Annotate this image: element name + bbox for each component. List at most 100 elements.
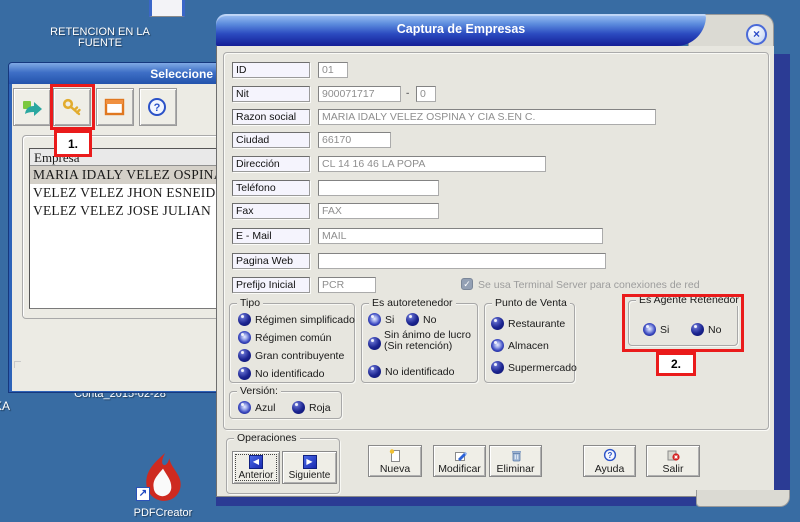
- terminal-server-label: Se usa Terminal Server para conexiones d…: [478, 279, 700, 291]
- exit-icon: [666, 448, 680, 462]
- radio-label: Régimen común: [255, 332, 331, 344]
- toolbar-button-apps[interactable]: [13, 88, 51, 126]
- group-version-label: Versión:: [237, 385, 281, 397]
- help-icon: ?: [147, 97, 169, 117]
- radio-almacen[interactable]: [491, 339, 504, 352]
- field-input-prefijo-inicial[interactable]: PCR: [318, 277, 376, 293]
- field-input-pagina-web[interactable]: [318, 253, 606, 269]
- nit-separator: -: [406, 88, 409, 99]
- field-label-id: ID: [232, 62, 310, 78]
- dialog-titlebar[interactable]: Captura de Empresas: [216, 14, 706, 46]
- siguiente-button-label: Siguiente: [289, 470, 331, 481]
- field-input-direccion[interactable]: CL 14 16 46 LA POPA: [318, 156, 546, 172]
- ayuda-button[interactable]: ? Ayuda: [583, 445, 636, 477]
- group-tipo-label: Tipo: [237, 297, 263, 309]
- group-operaciones: Operaciones ◀ Anterior ▶ Siguiente: [226, 438, 340, 494]
- radio-label: Supermercado: [508, 362, 577, 374]
- next-arrow-icon: ▶: [303, 455, 317, 469]
- key-icon: [61, 97, 83, 117]
- field-label-direccion: Dirección: [232, 156, 310, 172]
- field-input-razon-social[interactable]: MARIA IDALY VELEZ OSPINA Y CIA S.EN C.: [318, 109, 656, 125]
- field-label-razon-social: Razon social: [232, 109, 310, 125]
- radio-label: Si: [385, 314, 394, 326]
- list-item[interactable]: VELEZ VELEZ JOSE JULIAN: [30, 202, 226, 220]
- list-item[interactable]: VELEZ VELEZ JHON ESNEIDER: [30, 184, 226, 202]
- radio-regimen-simplificado[interactable]: [238, 313, 251, 326]
- field-label-email: E - Mail: [232, 228, 310, 244]
- nueva-button-label: Nueva: [380, 463, 410, 475]
- apps-arrow-icon: [21, 97, 43, 117]
- desktop-icon-partial[interactable]: [149, 0, 185, 17]
- toolbar-button-window[interactable]: [96, 88, 134, 126]
- desktop-icon-label-edge: KA: [0, 401, 24, 412]
- field-label-prefijo-inicial: Prefijo Inicial: [232, 277, 310, 293]
- radio-restaurante[interactable]: [491, 317, 504, 330]
- dialog-skin-bottom-band: [216, 497, 696, 506]
- close-icon[interactable]: ×: [746, 24, 767, 45]
- radio-sin-animo-de-lucro[interactable]: [368, 337, 381, 350]
- modificar-button[interactable]: Modificar: [433, 445, 486, 477]
- help-question-icon: ?: [603, 448, 617, 462]
- field-input-email[interactable]: MAIL: [318, 228, 603, 244]
- field-input-nit-check-digit[interactable]: 0: [416, 86, 436, 102]
- toolbar-button-help[interactable]: ?: [139, 88, 177, 126]
- field-label-pagina-web: Pagina Web: [232, 253, 310, 269]
- salir-button-label: Salir: [662, 463, 683, 475]
- radio-autoretenedor-no[interactable]: [406, 313, 419, 326]
- svg-text:?: ?: [154, 102, 161, 114]
- radio-label: No: [423, 314, 436, 326]
- group-punto-de-venta: Punto de Venta Restaurante Almacen Super…: [484, 303, 575, 383]
- field-label-nit: Nit: [232, 86, 310, 102]
- radio-label: Gran contribuyente: [255, 350, 344, 362]
- desktop-icon-label-retencion[interactable]: RETENCION EN LA FUENTE: [25, 27, 175, 49]
- anterior-button-label: Anterior: [238, 470, 273, 481]
- annotation-1-number: 1.: [54, 130, 92, 157]
- radio-roja[interactable]: [292, 401, 305, 414]
- radio-label: No: [708, 324, 721, 336]
- anterior-button[interactable]: ◀ Anterior: [232, 451, 280, 484]
- radio-agente-si[interactable]: [643, 323, 656, 336]
- shortcut-arrow-icon: ↗: [136, 487, 150, 501]
- annotation-2-number: 2.: [656, 352, 696, 376]
- radio-label: Restaurante: [508, 318, 565, 330]
- radio-autoretenedor-si[interactable]: [368, 313, 381, 326]
- ayuda-button-label: Ayuda: [595, 463, 625, 475]
- radio-label: Almacen: [508, 340, 549, 352]
- empresa-list: Empresa MARIA IDALY VELEZ OSPINA VELEZ V…: [29, 148, 227, 309]
- modificar-button-label: Modificar: [438, 463, 481, 475]
- group-autoretenedor-label: Es autoretenedor: [369, 297, 456, 309]
- field-input-id[interactable]: 01: [318, 62, 348, 78]
- radio-label: Si: [660, 324, 669, 336]
- field-input-telefono[interactable]: [318, 180, 439, 196]
- terminal-server-checkbox[interactable]: [461, 278, 473, 290]
- group-punto-de-venta-label: Punto de Venta: [492, 297, 570, 309]
- eliminar-button-label: Eliminar: [497, 463, 535, 475]
- radio-no-identificado-tipo[interactable]: [238, 367, 251, 380]
- field-label-telefono: Teléfono: [232, 180, 310, 196]
- group-operaciones-label: Operaciones: [234, 432, 300, 444]
- selector-client-area: ? Empresa MARIA IDALY VELEZ OSPINA VELEZ…: [12, 84, 232, 391]
- siguiente-button[interactable]: ▶ Siguiente: [282, 451, 337, 484]
- field-input-nit[interactable]: 900071717: [318, 86, 401, 102]
- radio-azul[interactable]: [238, 401, 251, 414]
- field-input-ciudad[interactable]: 66170: [318, 132, 391, 148]
- group-autoretenedor: Es autoretenedor Si No Sin ánimo de lucr…: [361, 303, 478, 383]
- field-input-fax[interactable]: FAX: [318, 203, 439, 219]
- toolbar-button-key[interactable]: [53, 88, 91, 126]
- list-item[interactable]: MARIA IDALY VELEZ OSPINA: [30, 166, 226, 184]
- radio-no-identificado-auto[interactable]: [368, 365, 381, 378]
- salir-button[interactable]: Salir: [646, 445, 700, 477]
- radio-supermercado[interactable]: [491, 361, 504, 374]
- desktop-icon-label-pdfcreator[interactable]: PDFCreator: [118, 508, 208, 519]
- radio-regimen-comun[interactable]: [238, 331, 251, 344]
- edit-pencil-icon: [453, 448, 467, 462]
- radio-agente-no[interactable]: [691, 323, 704, 336]
- group-agente-retenedor-label: Es Agente Retenedor: [636, 294, 742, 306]
- nueva-button[interactable]: Nueva: [368, 445, 422, 477]
- stray-corner-mark: [14, 361, 21, 368]
- new-document-icon: [388, 448, 402, 462]
- eliminar-button[interactable]: Eliminar: [489, 445, 542, 477]
- selector-titlebar[interactable]: Seleccione: [9, 63, 233, 84]
- window-icon: [104, 97, 126, 117]
- radio-gran-contribuyente[interactable]: [238, 349, 251, 362]
